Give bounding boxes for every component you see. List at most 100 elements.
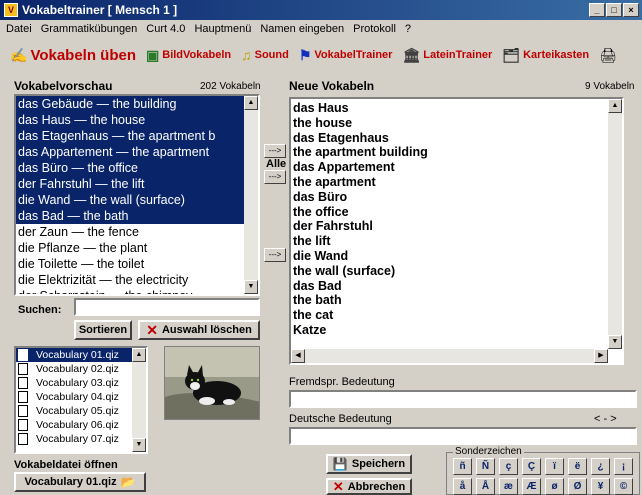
- scroll-left-icon[interactable]: ◀: [291, 349, 305, 363]
- preview-list-item[interactable]: die Pflanze — the plant: [16, 240, 246, 256]
- special-char-button[interactable]: å: [453, 478, 472, 495]
- file-name: Vocabulary 02.qiz: [36, 363, 119, 375]
- scroll-down-icon[interactable]: ▼: [608, 335, 622, 349]
- scroll-up-icon[interactable]: ▲: [244, 96, 258, 110]
- close-button[interactable]: ×: [623, 3, 639, 17]
- toolbar-vokabeltrainer[interactable]: ⚑ VokabelTrainer: [299, 47, 393, 64]
- preview-list-item[interactable]: der Fahrstuhl — the lift: [16, 176, 246, 192]
- special-char-button[interactable]: Ø: [568, 478, 587, 495]
- file-name: Vocabulary 07.qiz: [36, 433, 119, 445]
- special-char-button[interactable]: æ: [499, 478, 518, 495]
- title-bar: V Vokabeltrainer [ Mensch 1 ] _ □ ×: [0, 0, 642, 20]
- menu-bar: Datei Grammatikübungen Curt 4.0 Hauptmen…: [0, 20, 642, 38]
- preview-list-item[interactable]: das Gebäude — the building: [16, 96, 246, 112]
- scroll-down-icon[interactable]: ▼: [132, 438, 146, 452]
- special-char-button[interactable]: ¡: [614, 458, 633, 475]
- special-chars-title: Sonderzeichen: [453, 446, 524, 457]
- file-list-item[interactable]: Vocabulary 07.qiz: [16, 432, 134, 446]
- printer-icon[interactable]: 🖨: [599, 47, 617, 64]
- preview-list-item[interactable]: das Etagenhaus — the apartment b: [16, 128, 246, 144]
- vocab-line: the apartment building: [293, 145, 428, 160]
- transfer-single-button[interactable]: --->: [264, 248, 286, 262]
- file-scrollbar[interactable]: ▲ ▼: [132, 348, 146, 452]
- file-list-item[interactable]: Vocabulary 03.qiz: [16, 376, 134, 390]
- preview-scrollbar[interactable]: ▲ ▼: [244, 96, 258, 294]
- preview-list-item[interactable]: das Appartement — the apartment: [16, 144, 246, 160]
- swap-arrows[interactable]: < - >: [594, 413, 617, 425]
- transfer-all-button[interactable]: --->: [264, 170, 286, 184]
- special-char-button[interactable]: ñ: [453, 458, 472, 475]
- sort-button[interactable]: Sortieren: [74, 320, 132, 340]
- preview-list-item[interactable]: das Bad — the bath: [16, 208, 246, 224]
- preview-list-item[interactable]: der Zaun — the fence: [16, 224, 246, 240]
- vocab-line: the office: [293, 204, 349, 219]
- vocab-line: Katze: [293, 322, 327, 337]
- special-char-button[interactable]: ï: [545, 458, 564, 475]
- special-chars-group: Sonderzeichen ñ Ñç Çï ë ¿ ¡ å Åæ Æø Ø ¥ ©: [446, 446, 640, 495]
- open-file-button[interactable]: Vocabulary 01.qiz 📂: [14, 472, 146, 492]
- special-char-button[interactable]: ø: [545, 478, 564, 495]
- preview-list-item[interactable]: das Büro — the office: [16, 160, 246, 176]
- search-input[interactable]: [74, 298, 260, 316]
- file-list-item[interactable]: Vocabulary 05.qiz: [16, 404, 134, 418]
- preview-list-item[interactable]: das Haus — the house: [16, 112, 246, 128]
- file-list-item[interactable]: Vocabulary 02.qiz: [16, 362, 134, 376]
- menu-protokoll[interactable]: Protokoll: [353, 23, 396, 35]
- save-button[interactable]: 💾 Speichern: [326, 454, 412, 474]
- menu-namen-eingeben[interactable]: Namen eingeben: [260, 23, 344, 35]
- toolbar-vokabeln-ueben[interactable]: ✍ Vokabeln üben: [10, 47, 136, 64]
- special-char-button[interactable]: ©: [614, 478, 633, 495]
- preview-list-item[interactable]: die Toilette — the toilet: [16, 256, 246, 272]
- new-vocab-textarea[interactable]: das Haus the house das Etagenhaus the apart…: [289, 97, 624, 365]
- toolbar-sound[interactable]: ♫ Sound: [241, 47, 289, 63]
- file-name: Vocabulary 05.qiz: [36, 405, 119, 417]
- file-icon: [18, 391, 28, 403]
- cat-image: [164, 346, 260, 420]
- special-char-button[interactable]: Æ: [522, 478, 541, 495]
- toolbar-bildvokabeln[interactable]: ▣ BildVokabeln: [146, 47, 231, 64]
- preview-list-item[interactable]: die Wand — the wall (surface): [16, 192, 246, 208]
- vocab-scrollbar[interactable]: ▲ ▼: [608, 99, 622, 349]
- app-icon: V: [4, 3, 18, 17]
- special-char-button[interactable]: ¿: [591, 458, 610, 475]
- toolbar-karteikasten[interactable]: 🗂 Karteikasten: [502, 47, 589, 64]
- special-char-button[interactable]: ë: [568, 458, 587, 475]
- maximize-button[interactable]: □: [606, 3, 622, 17]
- scroll-down-icon[interactable]: ▼: [244, 280, 258, 294]
- foreign-meaning-label: Fremdspr. Bedeutung: [289, 376, 395, 388]
- file-icon: [18, 363, 28, 375]
- menu-grammatikuebungen[interactable]: Grammatikübungen: [41, 23, 138, 35]
- german-meaning-input[interactable]: [289, 427, 637, 445]
- special-char-button[interactable]: ¥: [591, 478, 610, 495]
- close-icon: ✕: [146, 321, 158, 338]
- transfer-selected-button[interactable]: --->: [264, 144, 286, 158]
- special-char-button[interactable]: ç: [499, 458, 518, 475]
- file-list-item[interactable]: Vocabulary 06.qiz: [16, 418, 134, 432]
- special-char-button[interactable]: Ñ: [476, 458, 495, 475]
- menu-datei[interactable]: Datei: [6, 23, 32, 35]
- special-char-button[interactable]: Å: [476, 478, 495, 495]
- preview-list[interactable]: das Gebäude — the building das Haus — the…: [14, 94, 260, 296]
- vocab-line: das Bad: [293, 278, 342, 293]
- scroll-up-icon[interactable]: ▲: [132, 348, 146, 362]
- menu-curt[interactable]: Curt 4.0: [146, 23, 185, 35]
- file-name: Vocabulary 03.qiz: [36, 377, 119, 389]
- preview-list-item[interactable]: der Schornstein — the chimney: [16, 288, 246, 294]
- scroll-up-icon[interactable]: ▲: [608, 99, 622, 113]
- menu-hauptmenue[interactable]: Hauptmenü: [194, 23, 251, 35]
- file-list-item[interactable]: Vocabulary 01.qiz: [16, 348, 134, 362]
- window-title: Vokabeltrainer [ Mensch 1 ]: [22, 3, 178, 17]
- special-char-button[interactable]: Ç: [522, 458, 541, 475]
- file-list-item[interactable]: Vocabulary 04.qiz: [16, 390, 134, 404]
- preview-list-item[interactable]: die Elektrizität — the electricity: [16, 272, 246, 288]
- menu-help[interactable]: ?: [405, 23, 411, 35]
- file-list[interactable]: Vocabulary 01.qiz Vocabulary 02.qiz Vocabu…: [14, 346, 148, 454]
- sound-icon: ♫: [241, 47, 252, 63]
- clear-selection-button[interactable]: ✕ Auswahl löschen: [138, 320, 260, 340]
- minimize-button[interactable]: _: [589, 3, 605, 17]
- foreign-meaning-input[interactable]: [289, 390, 637, 408]
- scroll-right-icon[interactable]: ▶: [594, 349, 608, 363]
- toolbar-lateintrainer[interactable]: 🏛 LateinTrainer: [402, 47, 492, 64]
- vocab-hscrollbar[interactable]: ◀ ▶: [291, 349, 608, 363]
- cancel-button[interactable]: ✕ Abbrechen: [326, 478, 412, 495]
